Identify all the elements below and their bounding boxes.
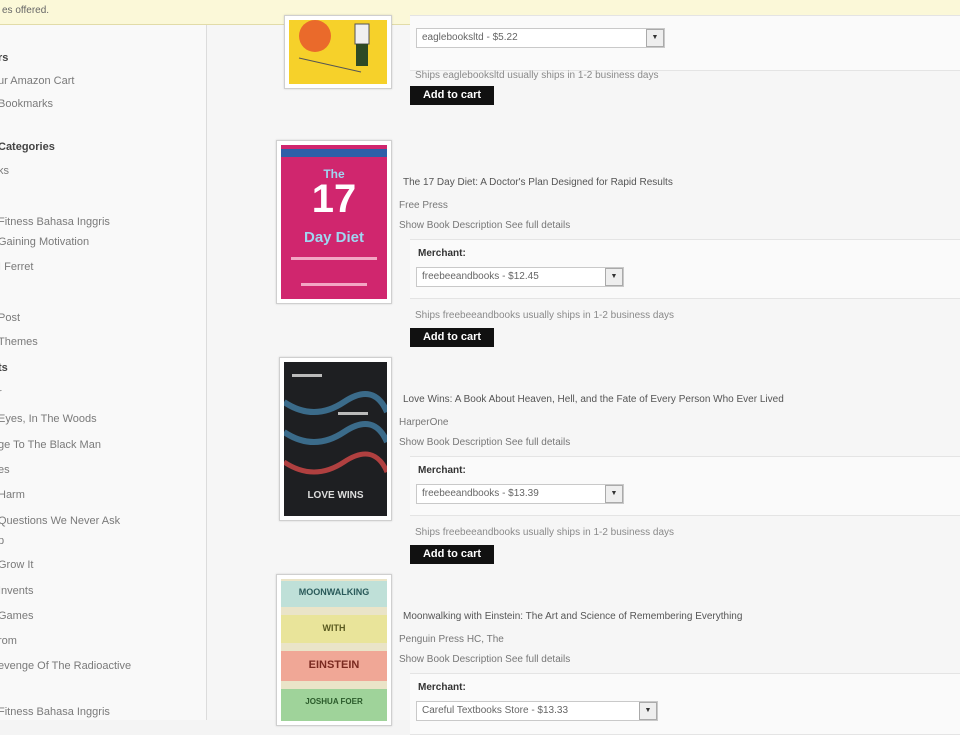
product-item: eaglebooksltd - $5.22 ▼ Ships eaglebooks…: [207, 15, 960, 135]
sidebar-item-post-12[interactable]: evenge Of The Radioactive: [0, 660, 131, 672]
cover-illustration: [289, 20, 387, 84]
merchant-panel: Merchant: Careful Textbooks Store - $13.…: [410, 673, 960, 735]
sidebar-heading-user: rs: [0, 52, 9, 64]
book-cover[interactable]: LOVE WINS: [279, 357, 392, 521]
sidebar-item-bookmarks[interactable]: Bookmarks: [0, 98, 53, 110]
add-to-cart-button[interactable]: Add to cart: [410, 545, 494, 564]
product-publisher: HarperOne: [399, 417, 449, 428]
cover-line: JOSHUA FOER: [305, 697, 363, 706]
merchant-select[interactable]: freebeeandbooks - $12.45 ▼: [416, 267, 624, 287]
product-description-link[interactable]: Show Book Description See full details: [399, 220, 570, 231]
product-title[interactable]: Moonwalking with Einstein: The Art and S…: [403, 611, 742, 622]
product-publisher: Penguin Press HC, The: [399, 634, 504, 645]
cover-subtitle: Day Diet: [303, 229, 365, 246]
product-list: eaglebooksltd - $5.22 ▼ Ships eaglebooks…: [207, 15, 960, 735]
sidebar-item-post[interactable]: Post: [0, 312, 20, 324]
shipping-info: Ships freebeeandbooks usually ships in 1…: [415, 527, 675, 538]
sidebar-item-post-6[interactable]: Questions We Never Ask: [0, 515, 120, 527]
sidebar-item-post-9[interactable]: Invents: [0, 585, 33, 597]
sidebar-item-post-3[interactable]: ge To The Black Man: [0, 439, 101, 451]
sidebar-item-post-10[interactable]: Games: [0, 610, 33, 622]
sidebar-item-post-13[interactable]: Fitness Bahasa Inggris: [0, 706, 110, 718]
chevron-down-icon[interactable]: ▼: [605, 485, 623, 503]
cover-title: LOVE WINS: [307, 490, 364, 501]
sidebar-item-amazon-cart[interactable]: ur Amazon Cart: [0, 75, 74, 87]
cover-line: EINSTEIN: [308, 659, 360, 671]
book-cover[interactable]: The 17 Day Diet: [276, 140, 392, 304]
merchant-panel: eaglebooksltd - $5.22 ▼: [410, 15, 960, 71]
product-item: The 17 Day Diet The 17 Day Diet: A Docto…: [207, 138, 960, 350]
sidebar-item-post-4[interactable]: es: [0, 464, 10, 476]
cover-line: MOONWALKING: [298, 587, 370, 597]
product-item: LOVE WINS Love Wins: A Book About Heaven…: [207, 355, 960, 567]
chevron-down-icon[interactable]: ▼: [605, 268, 623, 286]
cover-title: 17: [311, 177, 357, 221]
sidebar-item-post-1[interactable]: r: [0, 387, 2, 399]
sidebar-item-post-8[interactable]: Grow It: [0, 559, 33, 571]
book-cover[interactable]: [284, 15, 392, 89]
sidebar-item-ferret[interactable]: I Ferret: [0, 261, 33, 273]
sidebar-item-post-11[interactable]: rom: [0, 635, 17, 647]
shipping-info: Ships freebeeandbooks usually ships in 1…: [415, 310, 675, 321]
product-publisher: Free Press: [399, 200, 448, 211]
sidebar-item-themes[interactable]: Themes: [0, 336, 38, 348]
sidebar-heading-posts: ts: [0, 362, 8, 374]
product-title[interactable]: Love Wins: A Book About Heaven, Hell, an…: [403, 394, 784, 405]
chevron-down-icon[interactable]: ▼: [639, 702, 657, 720]
chevron-down-icon[interactable]: ▼: [646, 29, 664, 47]
cover-line: WITH: [322, 623, 346, 633]
product-description-link[interactable]: Show Book Description See full details: [399, 437, 570, 448]
shipping-info: Ships eaglebooksltd usually ships in 1-2…: [415, 70, 659, 81]
merchant-panel: Merchant: freebeeandbooks - $12.45 ▼: [410, 239, 960, 299]
sidebar-item-post-2[interactable]: Eyes, In The Woods: [0, 413, 97, 425]
merchant-select-value: freebeeandbooks - $13.39: [422, 488, 539, 499]
merchant-select[interactable]: Careful Textbooks Store - $13.33 ▼: [416, 701, 658, 721]
notification-text: es offered.: [2, 5, 50, 16]
product-item: MOONWALKING WITH EINSTEIN JOSHUA FOER Mo…: [207, 572, 960, 735]
sidebar-item-motivation[interactable]: Gaining Motivation: [0, 236, 89, 248]
sidebar-item-fitness[interactable]: Fitness Bahasa Inggris: [0, 216, 110, 228]
merchant-label: Merchant:: [418, 465, 466, 476]
merchant-label: Merchant:: [418, 248, 466, 259]
book-cover[interactable]: MOONWALKING WITH EINSTEIN JOSHUA FOER: [276, 574, 392, 726]
sidebar-heading-categories: Categories: [0, 141, 55, 153]
merchant-label: Merchant:: [418, 682, 466, 693]
merchant-select[interactable]: eaglebooksltd - $5.22 ▼: [416, 28, 665, 48]
product-title[interactable]: The 17 Day Diet: A Doctor's Plan Designe…: [403, 177, 673, 188]
merchant-select-value: freebeeandbooks - $12.45: [422, 271, 539, 282]
product-description-link[interactable]: Show Book Description See full details: [399, 654, 570, 665]
sidebar-item-post-5[interactable]: Harm: [0, 489, 25, 501]
sidebar-item-books[interactable]: ks: [0, 165, 9, 177]
sidebar-item-post-7[interactable]: p: [0, 535, 4, 547]
sidebar: rs ur Amazon Cart Bookmarks Categories k…: [0, 25, 207, 720]
merchant-select[interactable]: freebeeandbooks - $13.39 ▼: [416, 484, 624, 504]
add-to-cart-button[interactable]: Add to cart: [410, 328, 494, 347]
merchant-select-value: eaglebooksltd - $5.22: [422, 32, 518, 43]
merchant-panel: Merchant: freebeeandbooks - $13.39 ▼: [410, 456, 960, 516]
add-to-cart-button[interactable]: Add to cart: [410, 86, 494, 105]
merchant-select-value: Careful Textbooks Store - $13.33: [422, 705, 569, 716]
